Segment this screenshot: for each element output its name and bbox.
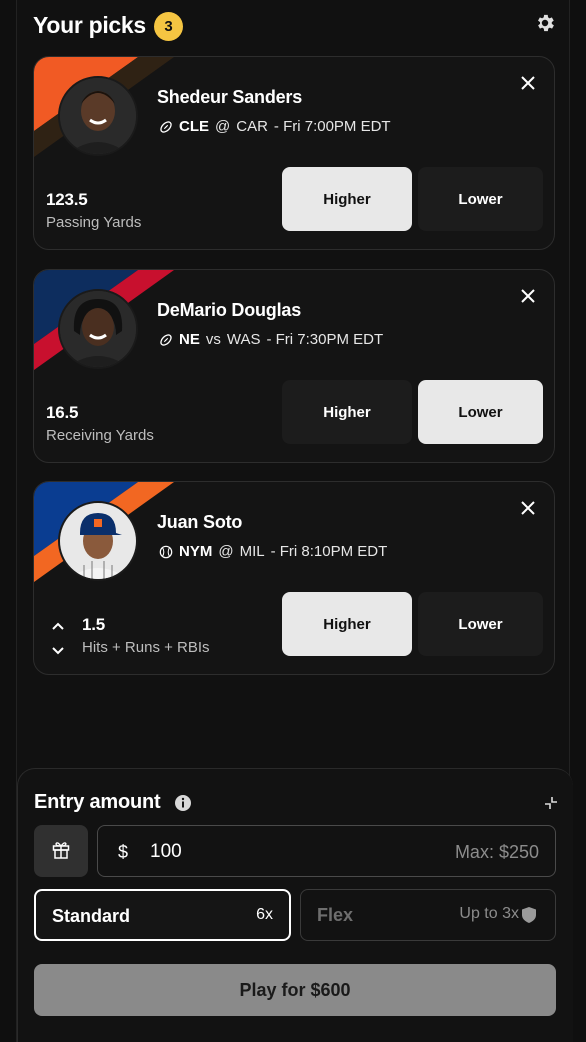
line-adjust-chevrons[interactable]	[50, 620, 66, 658]
standard-mode-label: Standard	[52, 906, 131, 926]
projection-line: 1.5 Hits + Runs + RBIs	[82, 615, 210, 656]
page-title: Your picks	[33, 12, 146, 38]
line-value: 1.5	[82, 615, 106, 634]
line-value: 123.5	[46, 190, 88, 209]
projection-line: 16.5 Receiving Yards	[46, 403, 154, 444]
picks-count-badge: 3	[154, 12, 183, 41]
lower-button[interactable]: Lower	[418, 592, 543, 656]
flex-mode-option[interactable]: Flex Up to 3x	[300, 889, 556, 941]
player-team: NE	[179, 331, 200, 348]
player-team: CLE	[179, 118, 209, 135]
pick-card: DeMario Douglas NE vs WAS - Fri 7:30PM E…	[33, 269, 555, 463]
matchup-separator: @	[218, 543, 234, 560]
standard-mode-option[interactable]: Standard 6x	[34, 889, 291, 941]
gear-icon[interactable]	[534, 12, 556, 34]
matchup-separator: @	[215, 118, 231, 135]
stat-type: Passing Yards	[46, 214, 142, 231]
stat-type: Hits + Runs + RBIs	[82, 639, 210, 656]
line-value: 16.5	[46, 403, 79, 422]
entry-amount-input[interactable]	[150, 841, 350, 863]
promo-gift-button[interactable]	[34, 825, 88, 877]
player-name: Juan Soto	[157, 512, 243, 532]
opponent-team: MIL	[239, 543, 265, 560]
collapse-icon[interactable]	[543, 795, 559, 811]
higher-button[interactable]: Higher	[282, 592, 412, 656]
football-icon	[160, 120, 172, 133]
game-time: - Fri 8:10PM EDT	[270, 543, 388, 560]
player-avatar	[58, 501, 138, 581]
higher-button[interactable]: Higher	[282, 167, 412, 231]
currency-symbol: $	[118, 842, 129, 862]
max-amount: Max: $250	[454, 842, 539, 862]
game-matchup: CLE @ CAR - Fri 7:00PM EDT	[159, 118, 391, 135]
close-icon[interactable]	[520, 288, 536, 304]
game-matchup: NYM @ MIL - Fri 8:10PM EDT	[159, 543, 387, 560]
gift-icon	[52, 842, 70, 859]
player-avatar	[58, 76, 138, 156]
projection-line: 123.5 Passing Yards	[46, 190, 141, 231]
game-time: - Fri 7:00PM EDT	[273, 118, 391, 135]
player-team: NYM	[179, 543, 213, 560]
picks-header: Your picks 3	[16, 8, 568, 44]
opponent-team: WAS	[226, 331, 261, 348]
play-button[interactable]: Play for $600	[34, 964, 556, 1016]
close-icon[interactable]	[520, 75, 536, 91]
matchup-separator: vs	[205, 331, 221, 348]
football-icon	[160, 333, 172, 346]
player-avatar	[58, 289, 138, 369]
pick-card: Juan Soto NYM @ MIL - Fri 8:10PM EDT 1.5…	[33, 481, 555, 675]
game-matchup: NE vs WAS - Fri 7:30PM EDT	[159, 331, 383, 348]
flex-mode-label: Flex	[317, 905, 354, 925]
info-icon[interactable]	[174, 794, 192, 812]
shield-icon	[522, 907, 536, 923]
opponent-team: CAR	[236, 118, 268, 135]
standard-multiplier: 6x	[256, 906, 273, 923]
entry-amount-field[interactable]: $ Max: $250	[97, 825, 556, 877]
pick-card: Shedeur Sanders CLE @ CAR - Fri 7:00PM E…	[33, 56, 555, 250]
entry-amount-title: Entry amount	[34, 791, 161, 813]
lower-button[interactable]: Lower	[418, 380, 543, 444]
close-icon[interactable]	[520, 500, 536, 516]
baseball-icon	[159, 545, 173, 558]
player-name: DeMario Douglas	[157, 300, 302, 320]
player-name: Shedeur Sanders	[157, 87, 303, 107]
higher-button[interactable]: Higher	[282, 380, 412, 444]
lower-button[interactable]: Lower	[418, 167, 543, 231]
stat-type: Receiving Yards	[46, 427, 154, 444]
entry-panel: Entry amount $ Max: $250 Standard 6x Fle…	[17, 768, 573, 1042]
game-time: - Fri 7:30PM EDT	[266, 331, 384, 348]
flex-multiplier: Up to 3x	[459, 905, 519, 922]
